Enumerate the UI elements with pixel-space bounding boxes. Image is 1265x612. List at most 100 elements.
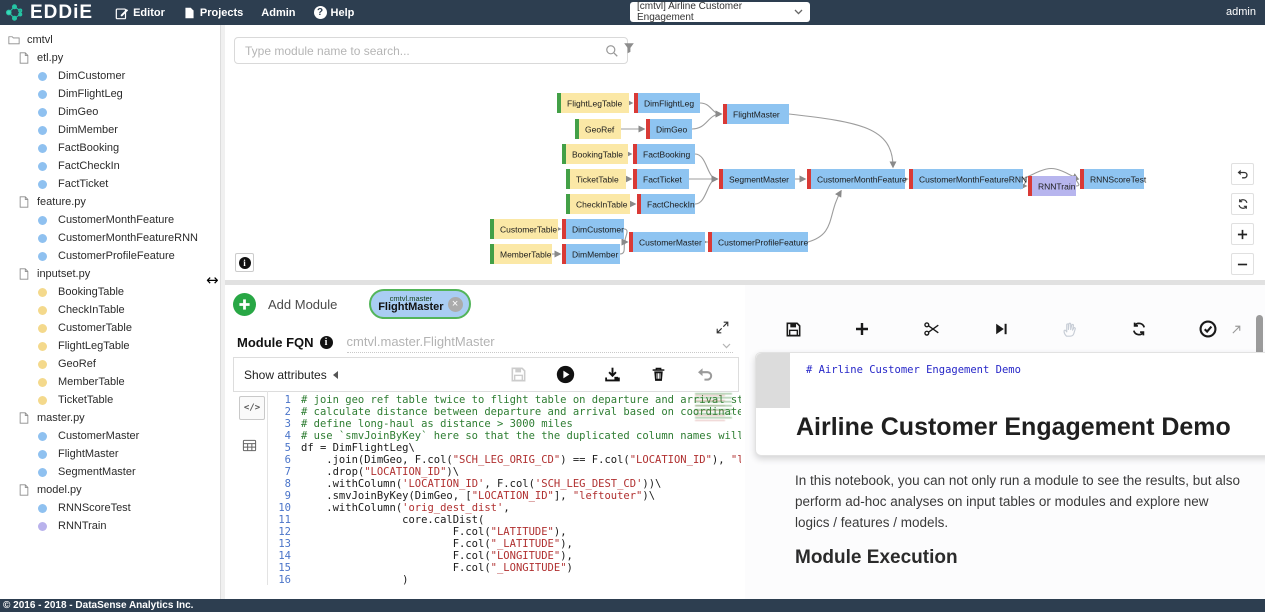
add-module-button[interactable]: Add Module: [233, 293, 337, 316]
plus-circle-icon: [233, 293, 256, 316]
graph-node-DimFlightLeg[interactable]: DimFlightLeg: [634, 93, 700, 113]
show-attributes-toggle[interactable]: Show attributes: [244, 368, 338, 382]
graph-node-CustomerMonthFeature[interactable]: CustomerMonthFeature: [807, 169, 907, 189]
graph-node-CustomerMonthFeatureRNN[interactable]: CustomerMonthFeatureRNN: [909, 169, 1027, 189]
graph-node-MemberTable[interactable]: MemberTable: [490, 244, 552, 264]
tree-item-master.py[interactable]: master.py: [0, 409, 220, 427]
tree-item-FactBooking[interactable]: FactBooking: [0, 139, 220, 157]
tree-item-DimMember[interactable]: DimMember: [0, 121, 220, 139]
tree-item-inputset.py[interactable]: inputset.py: [0, 265, 220, 283]
open-external-icon[interactable]: [1230, 323, 1243, 336]
tree-item-CustomerMonthFeatureRNN[interactable]: CustomerMonthFeatureRNN: [0, 229, 220, 247]
svg-text:FactBooking: FactBooking: [643, 150, 691, 160]
graph-node-FactCheckIn[interactable]: FactCheckIn: [637, 194, 695, 214]
save-icon[interactable]: [785, 321, 802, 338]
tree-item-SegmentMaster[interactable]: SegmentMaster: [0, 463, 220, 481]
validate-check-icon[interactable]: [1199, 320, 1217, 338]
footer: © 2016 - 2018 - DataSense Analytics Inc.: [0, 599, 1265, 612]
project-selector[interactable]: [cmtvl] Airline Customer Engagement: [630, 2, 810, 22]
restart-icon[interactable]: [1131, 321, 1147, 337]
graph-node-RNNTrain[interactable]: RNNTrain: [1028, 176, 1076, 196]
tree-item-CustomerMonthFeature[interactable]: CustomerMonthFeature: [0, 211, 220, 229]
zoom-out-button[interactable]: [1231, 253, 1254, 275]
chevron-down-icon[interactable]: [722, 343, 731, 349]
tree-item-TicketTable[interactable]: TicketTable: [0, 391, 220, 409]
module-tab-flightmaster[interactable]: cmtvl.master FlightMaster ×: [369, 289, 471, 319]
nav-item-projects[interactable]: Projects: [183, 6, 243, 20]
graph-info-button[interactable]: i: [235, 253, 254, 272]
graph-node-DimGeo[interactable]: DimGeo: [646, 119, 692, 139]
tree-item-CustomerTable[interactable]: CustomerTable: [0, 319, 220, 337]
tree-item-CustomerProfileFeature[interactable]: CustomerProfileFeature: [0, 247, 220, 265]
graph-node-FactTicket[interactable]: FactTicket: [633, 169, 689, 189]
add-cell-icon[interactable]: [854, 321, 870, 337]
edit-icon: [115, 6, 129, 20]
graph-node-DimCustomer[interactable]: DimCustomer: [562, 219, 624, 239]
tree-item-label: FlightLegTable: [58, 340, 130, 352]
code-view-icon[interactable]: </>: [239, 396, 265, 420]
graph-node-SegmentMaster[interactable]: SegmentMaster: [719, 169, 795, 189]
tree-item-FlightMaster[interactable]: FlightMaster: [0, 445, 220, 463]
cut-cell-icon[interactable]: [923, 320, 941, 338]
tree-item-BookingTable[interactable]: BookingTable: [0, 283, 220, 301]
info-icon[interactable]: i: [320, 336, 333, 349]
tree-item-feature.py[interactable]: feature.py: [0, 193, 220, 211]
code-editor[interactable]: </> 1# join geo ref table twice to fligh…: [233, 391, 741, 585]
tree-item-CheckInTable[interactable]: CheckInTable: [0, 301, 220, 319]
run-cell-icon[interactable]: [993, 321, 1009, 337]
nav-item-help[interactable]: ? Help: [314, 6, 355, 19]
tree-item-DimFlightLeg[interactable]: DimFlightLeg: [0, 85, 220, 103]
nav-item-admin[interactable]: Admin: [261, 7, 295, 19]
tree-item-etl.py[interactable]: etl.py: [0, 49, 220, 67]
tree-item-FlightLegTable[interactable]: FlightLegTable: [0, 337, 220, 355]
tree-item-RNNTrain[interactable]: RNNTrain: [0, 517, 220, 535]
tree-item-FactCheckIn[interactable]: FactCheckIn: [0, 157, 220, 175]
nav-item-editor[interactable]: Editor: [115, 6, 165, 20]
graph-node-CustomerMaster[interactable]: CustomerMaster: [629, 232, 705, 252]
graph-node-BookingTable[interactable]: BookingTable: [562, 144, 628, 164]
line-number: 13: [267, 538, 301, 550]
zoom-in-button[interactable]: [1231, 223, 1254, 245]
svg-text:CustomerMonthFeatureRNN: CustomerMonthFeatureRNN: [919, 175, 1027, 185]
code-minimap[interactable]: [695, 393, 737, 421]
undo-icon[interactable]: [696, 366, 714, 384]
table-view-icon[interactable]: [242, 438, 257, 453]
tree-item-DimCustomer[interactable]: DimCustomer: [0, 67, 220, 85]
tree-item-MemberTable[interactable]: MemberTable: [0, 373, 220, 391]
code-lines[interactable]: 1# join geo ref table twice to flight ta…: [267, 394, 741, 585]
tree-item-DimGeo[interactable]: DimGeo: [0, 103, 220, 121]
drag-hand-icon[interactable]: [1061, 321, 1078, 338]
graph-node-FactBooking[interactable]: FactBooking: [633, 144, 695, 164]
graph-node-CheckInTable[interactable]: CheckInTable: [566, 194, 630, 214]
tree-item-CustomerMaster[interactable]: CustomerMaster: [0, 427, 220, 445]
expand-icon[interactable]: [716, 321, 729, 334]
notebook-cell[interactable]: # Airline Customer Engagement Demo Airli…: [755, 352, 1265, 456]
graph-node-TicketTable[interactable]: TicketTable: [566, 169, 626, 189]
tree-item-cmtvl[interactable]: cmtvl: [0, 31, 220, 49]
graph-node-CustomerTable[interactable]: CustomerTable: [490, 219, 558, 239]
run-icon[interactable]: [556, 365, 575, 384]
graph-edge-DimMember-CustomerMaster: [620, 242, 627, 254]
delete-icon[interactable]: [650, 366, 667, 383]
graph-edge-DimGeo-FlightMaster: [692, 114, 721, 129]
graph-node-FlightMaster[interactable]: FlightMaster: [723, 104, 789, 124]
tree-item-GeoRef[interactable]: GeoRef: [0, 355, 220, 373]
close-icon[interactable]: ×: [448, 297, 463, 312]
tree-item-FactTicket[interactable]: FactTicket: [0, 175, 220, 193]
graph-node-FlightLegTable[interactable]: FlightLegTable: [557, 93, 629, 113]
tree-item-model.py[interactable]: model.py: [0, 481, 220, 499]
graph-refresh-button[interactable]: [1231, 193, 1254, 215]
module-dot-icon: [38, 324, 47, 333]
brand[interactable]: EDDiE: [0, 0, 93, 25]
graph-node-GeoRef[interactable]: GeoRef: [575, 119, 621, 139]
save-icon[interactable]: [510, 366, 527, 383]
module-fqn-input[interactable]: cmtvl.master.FlightMaster: [347, 332, 733, 353]
svg-text:FlightMaster: FlightMaster: [733, 110, 780, 120]
graph-node-RNNScoreTest[interactable]: RNNScoreTest: [1080, 169, 1147, 189]
tree-item-RNNScoreTest[interactable]: RNNScoreTest: [0, 499, 220, 517]
user-label[interactable]: admin: [1226, 0, 1256, 25]
graph-undo-button[interactable]: [1231, 163, 1254, 185]
graph-node-CustomerProfileFeature[interactable]: CustomerProfileFeature: [708, 232, 809, 252]
graph-node-DimMember[interactable]: DimMember: [562, 244, 620, 264]
download-icon[interactable]: [604, 366, 621, 383]
